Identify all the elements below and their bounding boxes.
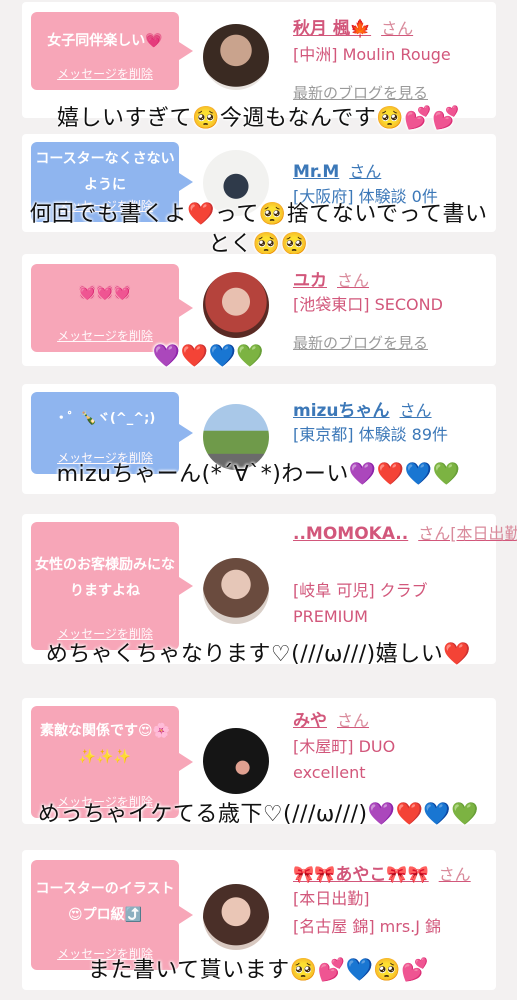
overlay-caption: 何回でも書くよ❤️って🥺捨てないでって書い — [29, 202, 488, 227]
message-bubble: 女性のお客様励みになりますよね メッセージを削除 — [31, 522, 193, 650]
user-name[interactable]: Mr.M さん — [293, 158, 381, 182]
avatar[interactable] — [203, 24, 269, 90]
message-text: コースターのイラスト😍プロ級⤴️ — [35, 881, 175, 923]
shop-info[interactable]: PREMIUM — [293, 604, 368, 630]
overlay-caption: mizuちゃーん(*´∀`*)わーい💜❤️💙💚 — [56, 462, 461, 487]
user-name[interactable]: mizuちゃん さん — [293, 396, 432, 421]
shop-info[interactable]: [木屋町] DUO — [293, 734, 395, 760]
overlay-caption: 嬉しいすぎて🥺今週もなんです🥺💕💕 — [57, 106, 460, 131]
avatar[interactable] — [203, 272, 269, 338]
shop-info[interactable]: excellent — [293, 760, 366, 786]
overlay-caption: 💜❤️💙💚 — [152, 344, 265, 369]
user-name[interactable]: みや さん — [293, 706, 369, 731]
message-bubble: 女子同伴楽しい💗 メッセージを削除 — [31, 12, 193, 90]
message-text: コースターなくさないように — [35, 151, 175, 193]
shop-info[interactable]: [中洲] Moulin Rouge — [293, 42, 451, 68]
user-name[interactable]: ユカ さん — [293, 266, 369, 291]
overlay-caption: めちゃくちゃなります♡(///ω///)嬉しい❤️ — [45, 642, 472, 667]
avatar[interactable] — [203, 728, 269, 794]
shop-info[interactable]: [名古屋 錦] mrs.J 錦 — [293, 914, 441, 940]
shop-info[interactable]: [東京都] 体験談 89件 — [293, 422, 448, 448]
user-name[interactable]: 秋月 楓🍁 さん — [293, 14, 413, 39]
shop-info[interactable]: [岐阜 可児] クラブ — [293, 578, 428, 604]
avatar[interactable] — [203, 884, 269, 950]
overlay-caption: また書いて貰います🥺💕💙🥺💕 — [87, 958, 430, 983]
user-name[interactable]: ..MOMOKA.. さん[本日出勤] — [293, 520, 517, 544]
message-text: 素敵な関係です😍🌸✨✨✨ — [39, 723, 171, 765]
delete-message-link[interactable]: メッセージを削除 — [31, 327, 179, 344]
avatar[interactable] — [203, 558, 269, 624]
message-text: 女性のお客様励みになりますよね — [35, 557, 175, 599]
delete-message-link[interactable]: メッセージを削除 — [31, 65, 179, 82]
user-name[interactable]: 🎀🎀あやこ🎀🎀 さん — [293, 860, 471, 885]
message-text: 💓💓💓 — [78, 285, 132, 301]
shop-info[interactable]: [本日出勤] — [293, 886, 370, 912]
overlay-caption: めっちゃイケてる歳下♡(///ω///)💜❤️💙💚 — [37, 802, 480, 827]
message-text: 女子同伴楽しい💗 — [47, 33, 163, 49]
shop-info[interactable]: [池袋東口] SECOND — [293, 292, 443, 318]
message-text: ・゜🍾ヾ(^_^;) — [54, 411, 156, 426]
message-bubble: 💓💓💓 メッセージを削除 — [31, 264, 193, 352]
